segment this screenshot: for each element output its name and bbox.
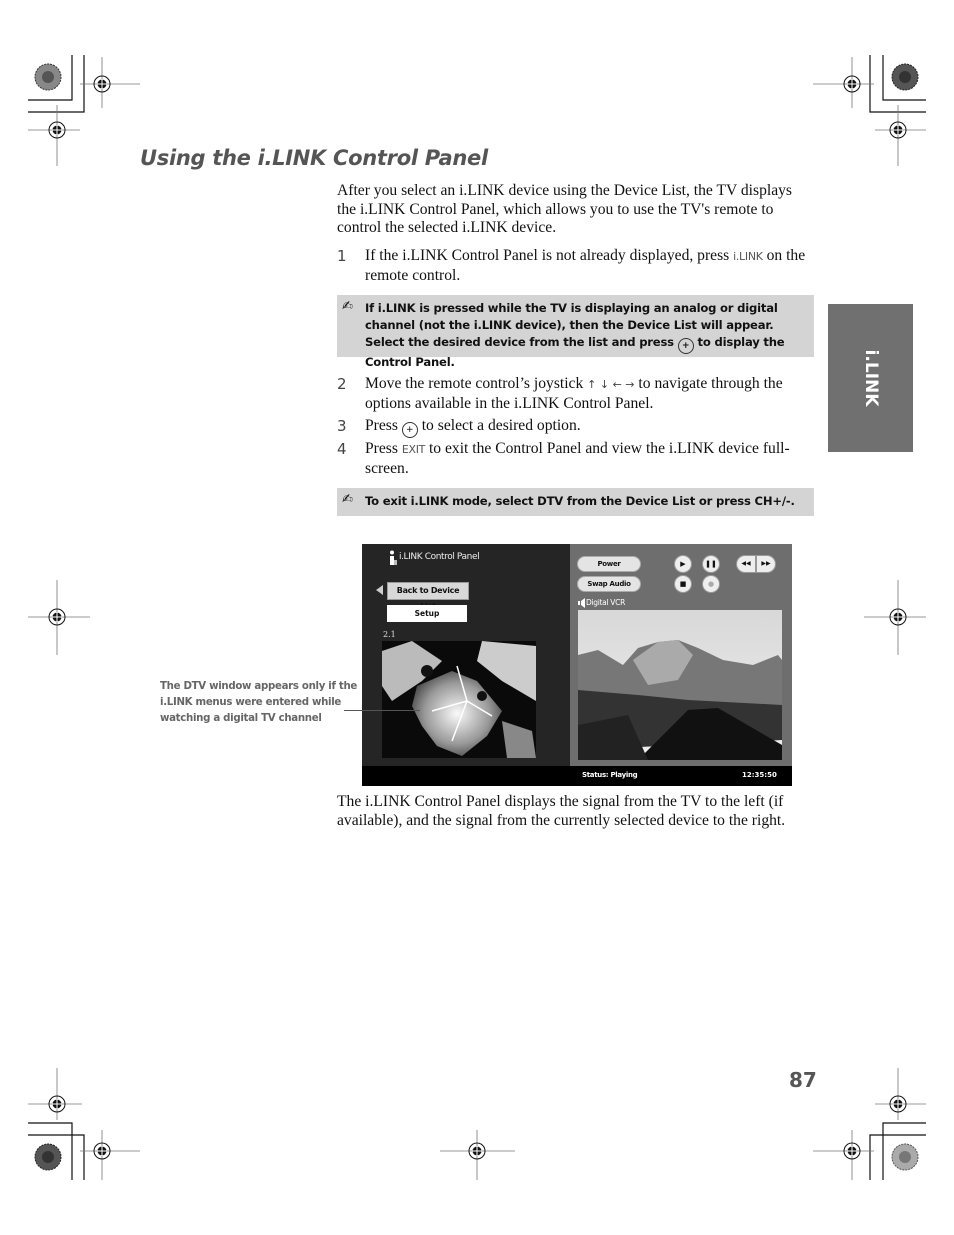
color-target-icon xyxy=(34,1143,62,1171)
step-number: 1 xyxy=(337,247,347,265)
page-number: 87 xyxy=(789,1068,817,1092)
note-pencil-icon: ✍ xyxy=(342,299,353,314)
color-target-icon xyxy=(891,1143,919,1171)
step-3: 3 Press + to select a desired option. xyxy=(337,417,812,438)
leaves-image xyxy=(382,641,536,758)
time-display: 12:35:50 xyxy=(742,771,777,779)
device-pane: Power Swap Audio ▶ ❚❚ ◀◀ ▶▶ ■ ● Digital … xyxy=(570,544,792,766)
step-text: Press xyxy=(365,417,402,434)
step-text: If the i.LINK Control Panel is not alrea… xyxy=(365,247,734,264)
section-tab-label: i.LINK xyxy=(860,349,881,407)
rewind-button[interactable]: ◀◀ xyxy=(736,555,756,573)
left-arrow-icon xyxy=(376,585,383,595)
step-4: 4 Press EXIT to exit the Control Panel a… xyxy=(337,440,812,478)
channel-number: 2.1 xyxy=(383,630,396,639)
back-to-device-list-button[interactable]: Back to Device List xyxy=(387,582,469,611)
panel-title: i.LINK Control Panel xyxy=(399,552,480,562)
power-button[interactable]: Power xyxy=(577,556,641,572)
callout-text: The DTV window appears only if the i.LIN… xyxy=(160,681,358,724)
step-2: 2 Move the remote control’s joystick ↑ ↓… xyxy=(337,375,812,413)
select-button-icon: + xyxy=(677,338,694,354)
note-box: ✍ To exit i.LINK mode, select DTV from t… xyxy=(337,488,814,516)
page-title: Using the i.LINK Control Panel xyxy=(140,146,488,170)
status-bar: Status: Playing 12:35:50 xyxy=(362,766,792,786)
callout-leader-line xyxy=(344,710,420,711)
source-label: Digital VCR xyxy=(586,598,625,607)
record-button[interactable]: ● xyxy=(702,575,720,593)
note-box: ✍ If i.LINK is pressed while the TV is d… xyxy=(337,295,814,369)
section-tab: i.LINK xyxy=(828,304,913,452)
step-text: Press xyxy=(365,440,402,457)
control-panel-screenshot: i.LINK Control Panel Back to Device List… xyxy=(362,544,792,786)
note-pencil-icon: ✍ xyxy=(342,492,353,507)
step-number: 3 xyxy=(337,417,347,435)
step-text: Move the remote control’s joystick xyxy=(365,375,588,392)
joystick-arrows-icon: ↑ ↓ ← → xyxy=(587,378,635,391)
mountain-road-image xyxy=(578,610,782,760)
select-button-icon: + xyxy=(401,422,418,438)
swap-audio-button[interactable]: Swap Audio xyxy=(577,576,641,592)
color-target-icon xyxy=(891,63,919,91)
step-text: to exit the Control Panel and view the i… xyxy=(365,440,790,477)
dtv-pane: i.LINK Control Panel Back to Device List… xyxy=(362,544,570,766)
stop-button[interactable]: ■ xyxy=(674,575,692,593)
fast-forward-button[interactable]: ▶▶ xyxy=(756,555,776,573)
step-text: to select a desired option. xyxy=(417,417,581,434)
ilink-logo-icon xyxy=(390,550,397,565)
step-1: 1 If the i.LINK Control Panel is not alr… xyxy=(337,247,812,285)
ilink-key-label: i.LINK xyxy=(733,250,763,263)
setup-button[interactable]: Setup xyxy=(387,605,467,622)
exit-key-label: EXIT xyxy=(401,443,426,456)
caption-paragraph: The i.LINK Control Panel displays the si… xyxy=(337,793,786,829)
speaker-icon xyxy=(578,598,585,608)
color-target-icon xyxy=(34,63,62,91)
intro-paragraph: After you select an i.LINK device using … xyxy=(337,182,792,236)
play-button[interactable]: ▶ xyxy=(674,555,692,573)
dtv-window xyxy=(382,641,536,758)
status-text: Status: Playing xyxy=(582,771,638,779)
pause-button[interactable]: ❚❚ xyxy=(702,555,720,573)
vcr-window xyxy=(578,610,782,760)
step-number: 2 xyxy=(337,375,347,393)
note-text: To exit i.LINK mode, select DTV from the… xyxy=(365,494,795,508)
step-number: 4 xyxy=(337,440,347,458)
